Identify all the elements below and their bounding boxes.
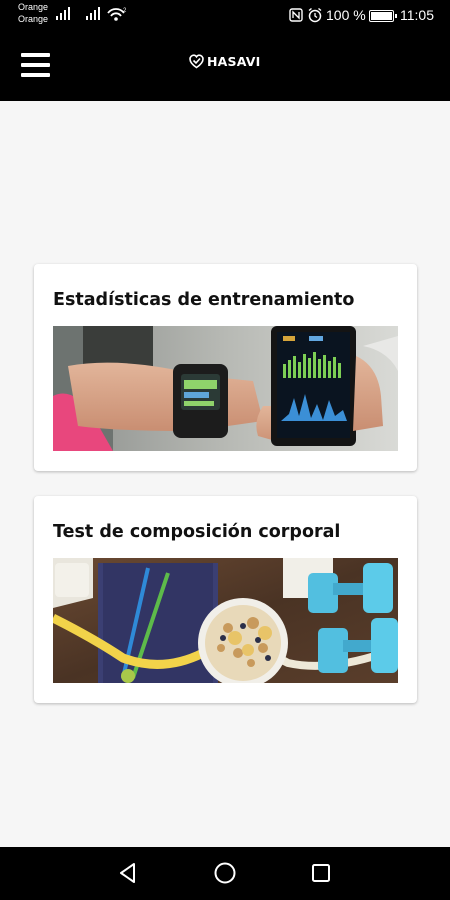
- card-title: Test de composición corporal: [53, 522, 341, 542]
- wifi-icon: 2: [107, 8, 127, 21]
- carrier-label-1: Orange: [18, 2, 49, 12]
- nfc-icon: [289, 8, 303, 22]
- recents-icon[interactable]: [308, 860, 334, 886]
- back-icon[interactable]: [115, 860, 141, 886]
- app-logo-text: HASAVI: [207, 54, 261, 69]
- fitness-watch-and-phone-image: [53, 326, 398, 451]
- signal-icon-2: [86, 6, 102, 20]
- home-icon[interactable]: [212, 860, 238, 886]
- healthy-food-and-dumbbells-image: [53, 558, 398, 683]
- svg-text:2: 2: [123, 8, 127, 14]
- heart-shield-icon: [189, 54, 204, 69]
- system-nav-bar: [0, 847, 450, 900]
- training-stats-card[interactable]: Estadísticas de entrenamiento: [34, 264, 417, 471]
- clock: 11:05: [400, 7, 434, 23]
- app-bar: HASAVI: [0, 30, 450, 101]
- alarm-icon: [308, 7, 322, 23]
- body-composition-card[interactable]: Test de composición corporal: [34, 496, 417, 703]
- status-bar: Orange Orange 2 100 % 11:05: [0, 0, 450, 30]
- carrier-label-2: Orange: [18, 14, 49, 24]
- menu-icon[interactable]: [21, 53, 50, 77]
- battery-percentage: 100 %: [326, 7, 366, 23]
- signal-icon: [56, 6, 74, 20]
- card-title: Estadísticas de entrenamiento: [53, 290, 355, 310]
- battery-icon: [369, 10, 397, 22]
- app-logo: HASAVI: [189, 54, 261, 69]
